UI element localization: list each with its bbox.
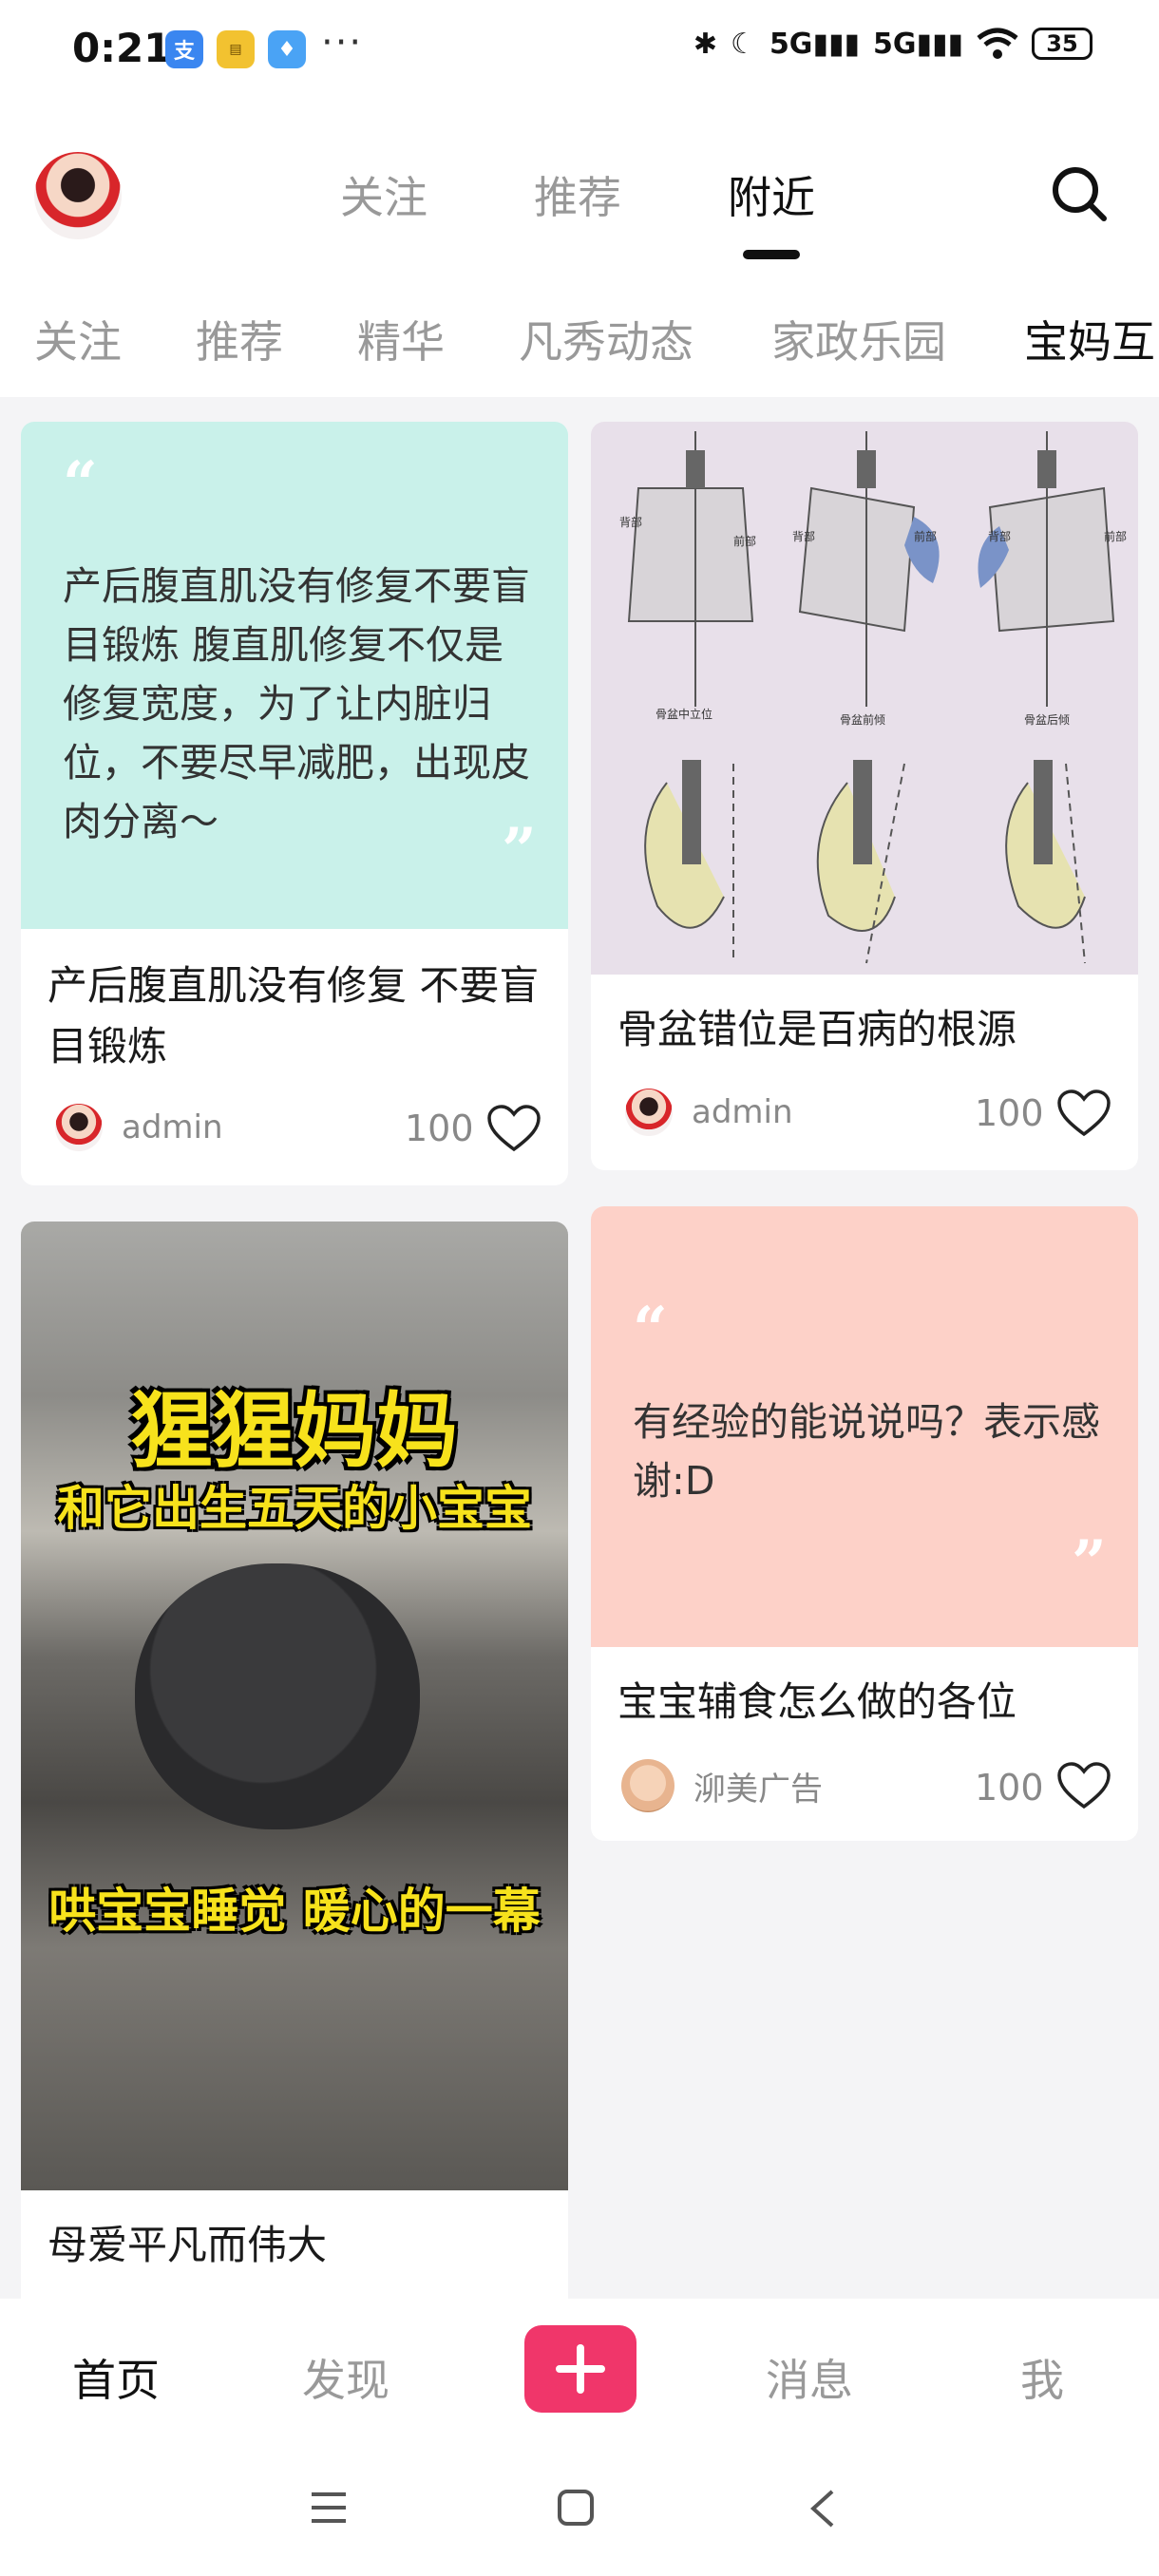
pelvis-diagram-image: 背部 前部 背部 前部 背部 前部 骨盆中立位 骨盆前倾 骨盆后倾 xyxy=(591,422,1138,975)
category-fanxiu-news[interactable]: 凡秀动态 xyxy=(519,308,694,370)
nav-discover[interactable]: 发现 xyxy=(302,2346,390,2409)
shirt-app-icon: ♦ xyxy=(268,30,306,68)
bottom-navigation: 首页 发现 消息 我 xyxy=(0,2299,1159,2451)
notes-icon: ▤ xyxy=(217,30,255,68)
search-icon[interactable] xyxy=(1049,163,1110,224)
battery-icon: 35 xyxy=(1032,28,1092,60)
gorilla-mother-image: 猩猩妈妈 和它出生五天的小宝宝 哄宝宝睡觉 暖心的一幕 xyxy=(21,1222,568,2190)
tab-following[interactable]: 关注 xyxy=(340,163,428,226)
author-name: admin xyxy=(122,1108,223,1146)
post-title: 产后腹直肌没有修复 不要盲目锻炼 xyxy=(48,962,540,1070)
back-icon[interactable] xyxy=(809,2489,836,2529)
diagram-label: 背部 xyxy=(988,529,1011,543)
post-card[interactable]: 背部 前部 背部 前部 背部 前部 骨盆中立位 骨盆前倾 骨盆后倾 骨盆错位是百… xyxy=(591,422,1138,1170)
system-navigation-bar xyxy=(0,2451,1159,2576)
nav-home[interactable]: 首页 xyxy=(72,2346,160,2409)
diagram-label: 骨盆前倾 xyxy=(840,712,885,727)
post-quote: 有经验的能说说吗？表示感谢:D xyxy=(633,1399,1100,1504)
tab-recommend[interactable]: 推荐 xyxy=(534,163,621,226)
image-caption: 哄宝宝睡觉 暖心的一幕 xyxy=(48,1884,541,1939)
diagram-label: 前部 xyxy=(1104,529,1127,543)
category-following[interactable]: 关注 xyxy=(34,308,122,370)
signal-icon-2: 5G▮▮▮ xyxy=(872,27,963,61)
post-author[interactable]: 泖美广告 xyxy=(621,1759,823,1812)
category-bar: 关注 推荐 精华 凡秀动态 家政乐园 宝妈互 xyxy=(0,272,1159,397)
category-mom-community[interactable]: 宝妈互 xyxy=(1024,308,1155,370)
category-recommend[interactable]: 推荐 xyxy=(196,308,283,370)
moon-icon: ☾ xyxy=(731,27,756,61)
category-featured[interactable]: 精华 xyxy=(357,308,445,370)
image-caption: 猩猩妈妈 xyxy=(131,1384,458,1479)
image-caption: 和它出生五天的小宝宝 xyxy=(57,1481,532,1536)
nav-me[interactable]: 我 xyxy=(1020,2346,1064,2409)
like-count: 100 xyxy=(975,1767,1044,1809)
diagram-label: 背部 xyxy=(619,515,642,529)
diagram-label: 骨盆中立位 xyxy=(656,707,712,721)
post-title: 宝宝辅食怎么做的各位 xyxy=(618,1678,1017,1725)
wifi-icon xyxy=(977,28,1018,59)
menu-icon[interactable] xyxy=(310,2491,348,2525)
post-title: 骨盆错位是百病的根源 xyxy=(618,1006,1017,1052)
post-card[interactable]: “ 产后腹直肌没有修复不要盲目锻炼 腹直肌修复不仅是修复宽度，为了让内脏归位，不… xyxy=(21,422,568,1185)
status-time: 0:21 xyxy=(72,25,172,71)
bluetooth-icon: ✱ xyxy=(693,27,718,61)
battery-level: 35 xyxy=(1046,30,1078,57)
post-author[interactable]: admin xyxy=(55,1104,223,1151)
close-quote-icon: ” xyxy=(502,815,537,886)
plus-icon xyxy=(556,2344,605,2394)
heart-icon[interactable] xyxy=(1056,1089,1112,1138)
post-card[interactable]: 猩猩妈妈 和它出生五天的小宝宝 哄宝宝睡觉 暖心的一幕 母爱平凡而伟大 xyxy=(21,1222,568,2323)
status-bar: 0:21 支 ▤ ♦ ··· ✱ ☾ 5G▮▮▮ 5G▮▮▮ 35 xyxy=(0,0,1159,104)
status-right-icons: ✱ ☾ 5G▮▮▮ 5G▮▮▮ 35 xyxy=(694,27,1092,61)
diagram-label: 前部 xyxy=(733,534,756,548)
author-avatar xyxy=(625,1089,673,1136)
post-author[interactable]: admin xyxy=(625,1089,793,1136)
open-quote-icon: “ xyxy=(633,1294,668,1365)
open-quote-icon: “ xyxy=(63,448,98,520)
post-title: 母爱平凡而伟大 xyxy=(48,2222,328,2268)
close-quote-icon: ” xyxy=(1072,1527,1107,1599)
diagram-label: 背部 xyxy=(792,529,815,543)
active-tab-indicator xyxy=(743,250,800,259)
category-housekeeping[interactable]: 家政乐园 xyxy=(771,308,946,370)
post-card[interactable]: “ 有经验的能说说吗？表示感谢:D ” 宝宝辅食怎么做的各位 泖美广告 100 xyxy=(591,1206,1138,1841)
author-avatar xyxy=(55,1104,103,1151)
top-navigation: 关注 推荐 附近 xyxy=(0,104,1159,274)
quote-block: “ 有经验的能说说吗？表示感谢:D ” xyxy=(591,1206,1138,1647)
heart-icon[interactable] xyxy=(486,1104,542,1153)
author-name: admin xyxy=(692,1093,793,1131)
diagram-label: 骨盆后倾 xyxy=(1024,713,1070,727)
tab-nearby[interactable]: 附近 xyxy=(728,163,815,226)
quote-block: “ 产后腹直肌没有修复不要盲目锻炼 腹直肌修复不仅是修复宽度，为了让内脏归位，不… xyxy=(21,422,568,929)
like-count: 100 xyxy=(405,1108,474,1149)
diagram-label: 前部 xyxy=(914,529,937,543)
signal-icon-1: 5G▮▮▮ xyxy=(769,27,860,61)
home-square-icon[interactable] xyxy=(557,2489,595,2527)
gorilla-silhouette xyxy=(135,1563,420,1829)
nav-messages[interactable]: 消息 xyxy=(766,2346,853,2409)
add-post-button[interactable] xyxy=(524,2325,636,2413)
heart-icon[interactable] xyxy=(1056,1761,1112,1810)
alipay-icon: 支 xyxy=(165,30,203,68)
post-quote: 产后腹直肌没有修复不要盲目锻炼 腹直肌修复不仅是修复宽度，为了让内脏归位，不要尽… xyxy=(63,563,530,844)
more-notifications-icon: ··· xyxy=(321,21,364,65)
author-name: 泖美广告 xyxy=(694,1770,823,1809)
author-avatar xyxy=(621,1759,674,1812)
like-count: 100 xyxy=(975,1092,1044,1134)
user-avatar[interactable] xyxy=(34,152,122,239)
